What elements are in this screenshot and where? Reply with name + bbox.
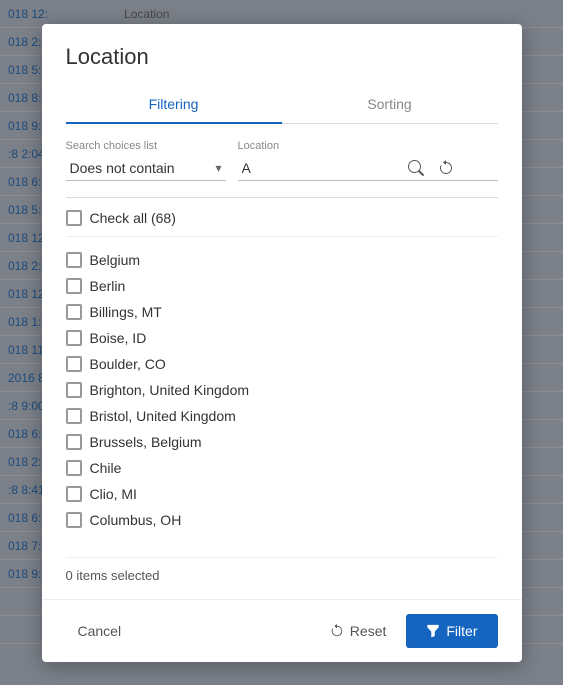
item-checkbox[interactable] (66, 382, 82, 398)
choice-select[interactable]: Does not contain Contains Equals Starts … (66, 156, 226, 181)
list-item[interactable]: Billings, MT (66, 299, 498, 325)
list-item[interactable]: Brussels, Belgium (66, 429, 498, 455)
item-checkbox[interactable] (66, 252, 82, 268)
location-input-wrapper (238, 156, 498, 181)
reset-button[interactable]: Reset (318, 615, 399, 647)
items-list[interactable]: Belgium Berlin Billings, MT Boise, ID Boulde… (66, 247, 498, 547)
item-label: Berlin (90, 278, 126, 294)
item-checkbox[interactable] (66, 330, 82, 346)
choice-label: Search choices list (66, 140, 226, 152)
modal-header: Location Filtering Sorting (42, 24, 522, 124)
list-item[interactable]: Chile (66, 455, 498, 481)
item-checkbox[interactable] (66, 512, 82, 528)
list-item[interactable]: Bristol, United Kingdom (66, 403, 498, 429)
item-label: Brighton, United Kingdom (90, 382, 250, 398)
item-checkbox[interactable] (66, 278, 82, 294)
divider (66, 197, 498, 198)
location-label: Location (238, 140, 498, 152)
item-label: Chile (90, 460, 122, 476)
reset-input-button[interactable] (434, 158, 458, 178)
filter-button[interactable]: Filter (406, 614, 497, 648)
item-checkbox[interactable] (66, 486, 82, 502)
tabs: Filtering Sorting (66, 86, 498, 124)
list-item[interactable]: Brighton, United Kingdom (66, 377, 498, 403)
filter-row: Search choices list Does not contain Con… (66, 140, 498, 181)
search-button[interactable] (404, 158, 428, 178)
item-label: Clio, MI (90, 486, 137, 502)
choice-select-wrapper: Does not contain Contains Equals Starts … (66, 156, 226, 181)
selected-count: 0 items selected (66, 557, 498, 583)
list-item[interactable]: Clio, MI (66, 481, 498, 507)
list-item[interactable]: Boise, ID (66, 325, 498, 351)
item-checkbox[interactable] (66, 356, 82, 372)
list-item[interactable]: Columbus, OH (66, 507, 498, 533)
item-label: Belgium (90, 252, 141, 268)
item-checkbox[interactable] (66, 408, 82, 424)
tab-filtering[interactable]: Filtering (66, 86, 282, 124)
item-label: Boise, ID (90, 330, 147, 346)
list-item[interactable]: Belgium (66, 247, 498, 273)
item-label: Columbus, OH (90, 512, 182, 528)
list-item[interactable]: Boulder, CO (66, 351, 498, 377)
filter-label: Filter (446, 623, 477, 639)
check-all-checkbox[interactable] (66, 210, 82, 226)
tab-sorting[interactable]: Sorting (282, 86, 498, 124)
modal-body: Search choices list Does not contain Con… (42, 124, 522, 599)
check-all-row[interactable]: Check all (68) (66, 210, 498, 237)
list-item[interactable]: Berlin (66, 273, 498, 299)
item-label: Billings, MT (90, 304, 162, 320)
item-label: Bristol, United Kingdom (90, 408, 236, 424)
filter-icon (426, 624, 440, 638)
choice-field-group: Search choices list Does not contain Con… (66, 140, 226, 181)
item-checkbox[interactable] (66, 304, 82, 320)
modal-footer: Cancel Reset Filter (42, 599, 522, 662)
item-checkbox[interactable] (66, 460, 82, 476)
location-field-group: Location (238, 140, 498, 181)
check-all-label: Check all (68) (90, 210, 176, 226)
reset-label: Reset (350, 623, 387, 639)
item-checkbox[interactable] (66, 434, 82, 450)
cancel-button[interactable]: Cancel (66, 615, 134, 647)
modal-title: Location (66, 44, 498, 70)
item-label: Boulder, CO (90, 356, 166, 372)
item-label: Brussels, Belgium (90, 434, 202, 450)
reset-icon (330, 624, 344, 638)
location-filter-modal: Location Filtering Sorting Search choice… (42, 24, 522, 662)
location-input[interactable] (238, 156, 398, 180)
